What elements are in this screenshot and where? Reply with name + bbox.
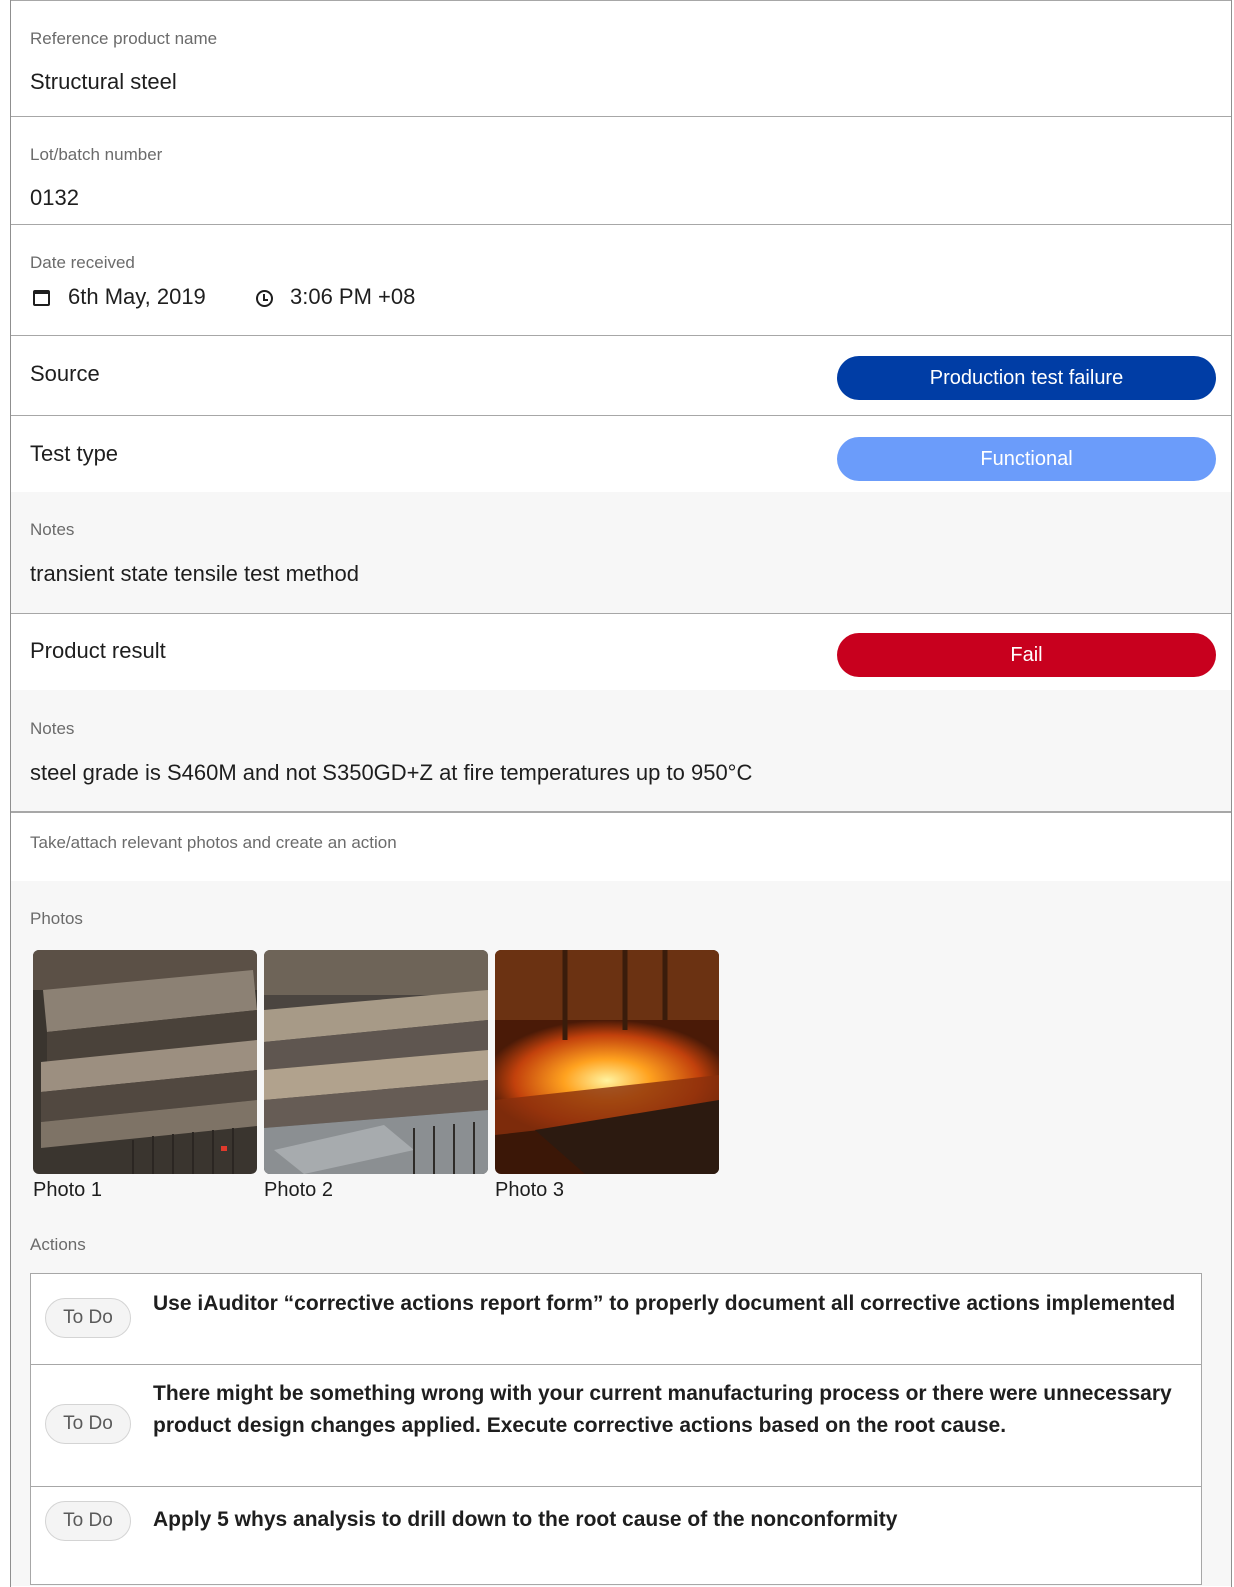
test-type-question: Test type Functional bbox=[11, 415, 1231, 492]
date-received-label: Date received bbox=[30, 253, 135, 272]
action-status-badge[interactable]: To Do bbox=[45, 1298, 131, 1338]
test-notes-block: Notes transient state tensile test metho… bbox=[11, 492, 1231, 613]
product-name-label: Reference product name bbox=[30, 29, 218, 48]
media-section-label: Take/attach relevant photos and create a… bbox=[30, 833, 397, 852]
photo-2-caption: Photo 2 bbox=[264, 1179, 333, 1201]
date-received-field: Date received 6th May, 2019 3:06 PM +08 bbox=[11, 224, 1231, 335]
photo-gallery: Photo 1 Photo 2 Photo 3 bbox=[33, 950, 733, 1210]
product-result-response-badge[interactable]: Fail bbox=[837, 633, 1216, 677]
action-text: Apply 5 whys analysis to drill down to t… bbox=[153, 1508, 898, 1531]
action-item[interactable]: To Do There might be something wrong wit… bbox=[31, 1364, 1201, 1486]
test-notes-label: Notes bbox=[30, 520, 75, 539]
photo-3-caption: Photo 3 bbox=[495, 1179, 564, 1201]
actions-label: Actions bbox=[30, 1235, 86, 1254]
test-type-label: Test type bbox=[30, 441, 119, 466]
result-notes-block: Notes steel grade is S460M and not S350G… bbox=[11, 690, 1231, 811]
photos-label: Photos bbox=[30, 909, 83, 928]
photo-thumbnail-3[interactable] bbox=[495, 950, 719, 1174]
test-notes-value: transient state tensile test method bbox=[30, 561, 359, 586]
actions-list: To Do Use iAuditor “corrective actions r… bbox=[30, 1273, 1202, 1585]
action-status-badge[interactable]: To Do bbox=[45, 1501, 131, 1541]
photo-1-image bbox=[33, 950, 257, 1174]
product-result-label: Product result bbox=[30, 638, 166, 663]
clock-icon bbox=[256, 290, 273, 307]
lot-number-field: Lot/batch number 0132 bbox=[11, 116, 1231, 224]
action-item[interactable]: To Do Apply 5 whys analysis to drill dow… bbox=[31, 1486, 1201, 1585]
result-notes-value: steel grade is S460M and not S350GD+Z at… bbox=[30, 760, 753, 785]
product-result-question: Product result Fail bbox=[11, 613, 1231, 690]
date-value: 6th May, 2019 bbox=[68, 284, 206, 309]
action-status-badge[interactable]: To Do bbox=[45, 1404, 131, 1444]
source-question: Source Production test failure bbox=[11, 335, 1231, 415]
action-text: There might be something wrong with your… bbox=[153, 1382, 1172, 1437]
photo-2-image bbox=[264, 950, 488, 1174]
photo-thumbnail-1[interactable] bbox=[33, 950, 257, 1174]
result-notes-label: Notes bbox=[30, 719, 75, 738]
lot-number-label: Lot/batch number bbox=[30, 145, 163, 164]
action-item[interactable]: To Do Use iAuditor “corrective actions r… bbox=[31, 1274, 1201, 1364]
source-response-badge[interactable]: Production test failure bbox=[837, 356, 1216, 400]
photo-3-image bbox=[495, 950, 719, 1174]
source-label: Source bbox=[30, 361, 100, 386]
inspection-report-panel: Reference product name Structural steel … bbox=[10, 0, 1232, 1587]
photo-thumbnail-2[interactable] bbox=[264, 950, 488, 1174]
test-type-response-badge[interactable]: Functional bbox=[837, 437, 1216, 481]
time-value: 3:06 PM +08 bbox=[290, 284, 416, 309]
calendar-icon bbox=[33, 290, 50, 306]
product-name-value: Structural steel bbox=[30, 69, 177, 94]
lot-number-value: 0132 bbox=[30, 185, 79, 210]
photo-1-caption: Photo 1 bbox=[33, 1179, 102, 1201]
action-text: Use iAuditor “corrective actions report … bbox=[153, 1292, 1176, 1315]
product-name-field: Reference product name Structural steel bbox=[11, 0, 1231, 116]
